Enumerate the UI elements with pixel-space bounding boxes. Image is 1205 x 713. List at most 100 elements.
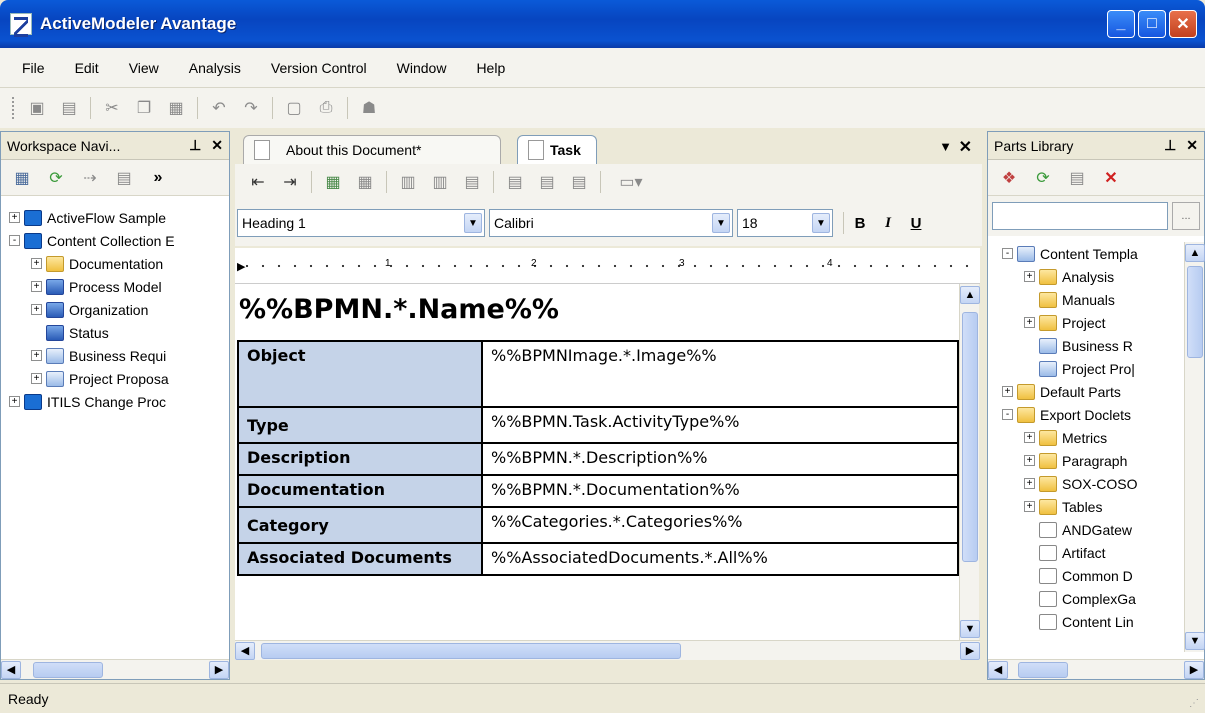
redo-icon[interactable]: ↷ [240,97,262,119]
table-key-cell[interactable]: Description [237,442,483,476]
expand-icon[interactable]: + [1024,478,1035,489]
tree-item[interactable]: Artifact [1002,541,1182,564]
italic-button[interactable]: I [876,211,900,235]
insert-row-icon[interactable]: ▤ [504,171,526,193]
chevron-down-icon[interactable]: ▼ [712,213,730,233]
expand-icon[interactable]: + [31,258,42,269]
tree-item[interactable]: Manuals [1002,288,1182,311]
close-icon[interactable]: ✕ [1186,137,1198,154]
link-icon[interactable]: ⇢ [79,167,101,189]
tree-item[interactable]: + Project [1002,311,1182,334]
tab-task[interactable]: Task [517,135,597,164]
resize-grip-icon[interactable]: ⋰ [1189,698,1199,709]
cut-icon[interactable]: ✂ [101,97,123,119]
print-preview-icon[interactable]: ▢ [283,97,305,119]
close-tab-icon[interactable]: ✕ [959,137,972,157]
workspace-horizontal-scrollbar[interactable]: ◀ ▶ [1,659,229,679]
pin-icon[interactable]: ⊥ [189,137,201,154]
expand-icon[interactable]: + [9,396,20,407]
more-tools-icon[interactable]: » [147,167,169,189]
properties-table[interactable]: Object %%BPMNImage.*.Image%% Type %%BPMN… [237,340,959,576]
table-value-cell[interactable]: %%Categories.*.Categories%% [481,506,959,544]
tree-item[interactable]: + Process Model [9,275,227,298]
save-icon[interactable]: ▣ [26,97,48,119]
table-value-cell[interactable]: %%BPMN.*.Description%% [481,442,959,476]
menu-help[interactable]: Help [476,60,505,76]
tree-item[interactable]: Common D [1002,564,1182,587]
scroll-left-button[interactable]: ◀ [988,660,1008,679]
copy-icon[interactable]: ❐ [133,97,155,119]
table-value-cell[interactable]: %%AssociatedDocuments.*.All%% [481,542,959,576]
table-row[interactable]: Type %%BPMN.Task.ActivityType%% [237,406,959,444]
collapse-icon[interactable]: - [1002,248,1013,259]
table-key-cell[interactable]: Associated Documents [237,542,483,576]
scroll-right-button[interactable]: ▶ [960,641,980,660]
table-row[interactable]: Description %%BPMN.*.Description%% [237,442,959,476]
close-window-button[interactable]: ✕ [1169,10,1197,38]
merge-cells-icon[interactable]: ▤ [461,171,483,193]
table-row[interactable]: Documentation %%BPMN.*.Documentation%% [237,474,959,508]
tree-item[interactable]: ComplexGa [1002,587,1182,610]
minimize-button[interactable]: _ [1107,10,1135,38]
scroll-thumb[interactable] [1187,266,1203,358]
scroll-left-button[interactable]: ◀ [235,641,255,660]
table-value-cell[interactable]: %%BPMNImage.*.Image%% [481,340,959,408]
delete-column-icon[interactable]: ▥ [429,171,451,193]
tree-item[interactable]: + Paragraph [1002,449,1182,472]
parts-vertical-scrollbar[interactable]: ▲ ▼ [1184,242,1205,652]
scroll-thumb[interactable] [962,312,978,562]
font-family-combo[interactable]: Calibri ▼ [489,209,733,237]
chevron-down-icon[interactable]: ▼ [464,213,482,233]
document-heading[interactable]: %%BPMN.*.Name%% [239,294,559,325]
properties-icon[interactable]: ▤ [113,167,135,189]
font-size-combo[interactable]: 18 ▼ [737,209,833,237]
tree-item[interactable]: - Content Templa [1002,242,1182,265]
expand-icon[interactable]: + [1024,501,1035,512]
tree-item[interactable]: Content Lin [1002,610,1182,633]
scroll-down-button[interactable]: ▼ [960,620,980,638]
expand-icon[interactable]: + [9,212,20,223]
refresh-icon[interactable]: ⟳ [45,167,67,189]
tree-item[interactable]: Status [9,321,227,344]
table-key-cell[interactable]: Object [237,340,483,408]
tree-item[interactable]: ANDGatew [1002,518,1182,541]
menu-view[interactable]: View [129,60,159,76]
document-canvas[interactable]: %%BPMN.*.Name%% Object %%BPMNImage.*.Ima… [235,284,959,640]
table-value-cell[interactable]: %%BPMN.Task.ActivityType%% [481,406,959,444]
insert-table-icon[interactable]: ▦ [322,171,344,193]
paragraph-style-combo[interactable]: Heading 1 ▼ [237,209,485,237]
find-icon[interactable]: ☗ [358,97,380,119]
scroll-thumb[interactable] [33,661,103,678]
scroll-left-button[interactable]: ◀ [1,660,21,679]
scroll-thumb[interactable] [1018,661,1068,678]
table-row[interactable]: Associated Documents %%AssociatedDocumen… [237,542,959,576]
refresh-icon[interactable]: ⟳ [1032,167,1054,189]
tree-item[interactable]: - Content Collection E [9,229,227,252]
browse-button[interactable]: ... [1172,202,1200,230]
bold-button[interactable]: B [848,211,872,235]
save-all-icon[interactable]: ▤ [58,97,80,119]
menu-window[interactable]: Window [397,60,447,76]
tree-item[interactable]: + Metrics [1002,426,1182,449]
maximize-button[interactable]: □ [1138,10,1166,38]
tab-list-dropdown-icon[interactable]: ▼ [939,139,952,154]
chevron-down-icon[interactable]: ▼ [812,213,830,233]
table-row[interactable]: Object %%BPMNImage.*.Image%% [237,340,959,408]
tree-item[interactable]: + SOX-COSO [1002,472,1182,495]
table-props-icon[interactable]: ▦ [354,171,376,193]
tree-item[interactable]: Business R [1002,334,1182,357]
expand-icon[interactable]: + [1024,432,1035,443]
tree-item[interactable]: - Export Doclets [1002,403,1182,426]
tree-item[interactable]: Project Pro| [1002,357,1182,380]
toolbar-grip[interactable] [12,97,16,119]
scroll-right-button[interactable]: ▶ [209,660,229,679]
scroll-up-button[interactable]: ▲ [1185,244,1205,262]
split-cells-icon[interactable]: ▤ [568,171,590,193]
table-key-cell[interactable]: Category [237,506,483,544]
ruler[interactable]: ▶ 1 2 3 4 [235,248,980,284]
tree-item[interactable]: + Analysis [1002,265,1182,288]
delete-icon[interactable]: ✕ [1100,167,1122,189]
menu-analysis[interactable]: Analysis [189,60,241,76]
expand-icon[interactable]: + [1024,271,1035,282]
close-icon[interactable]: ✕ [211,137,223,154]
